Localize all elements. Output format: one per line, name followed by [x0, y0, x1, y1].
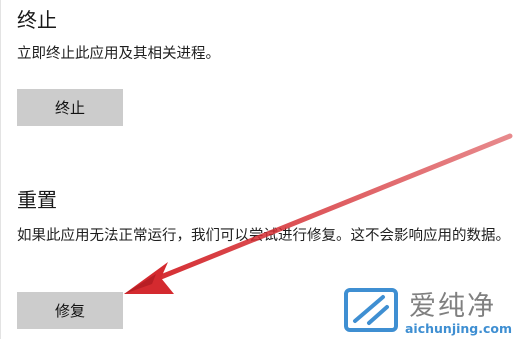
brand-url: aichunjing.com [405, 321, 513, 336]
repair-button[interactable]: 修复 [17, 292, 123, 329]
reset-description: 如果此应用无法正常运行，我们可以尝试进行修复。这不会影响应用的数据。 [17, 228, 510, 244]
terminate-section-title: 终止 [17, 8, 57, 32]
terminate-button[interactable]: 终止 [17, 89, 123, 126]
brand-logo-icon [344, 288, 398, 332]
watermark: 爱纯净 aichunjing.com [339, 283, 529, 339]
brand-text: 爱纯净 [409, 291, 496, 322]
left-divider [0, 0, 1, 339]
terminate-description: 立即终止此应用及其相关进程。 [17, 46, 220, 62]
reset-section-title: 重置 [17, 188, 57, 212]
